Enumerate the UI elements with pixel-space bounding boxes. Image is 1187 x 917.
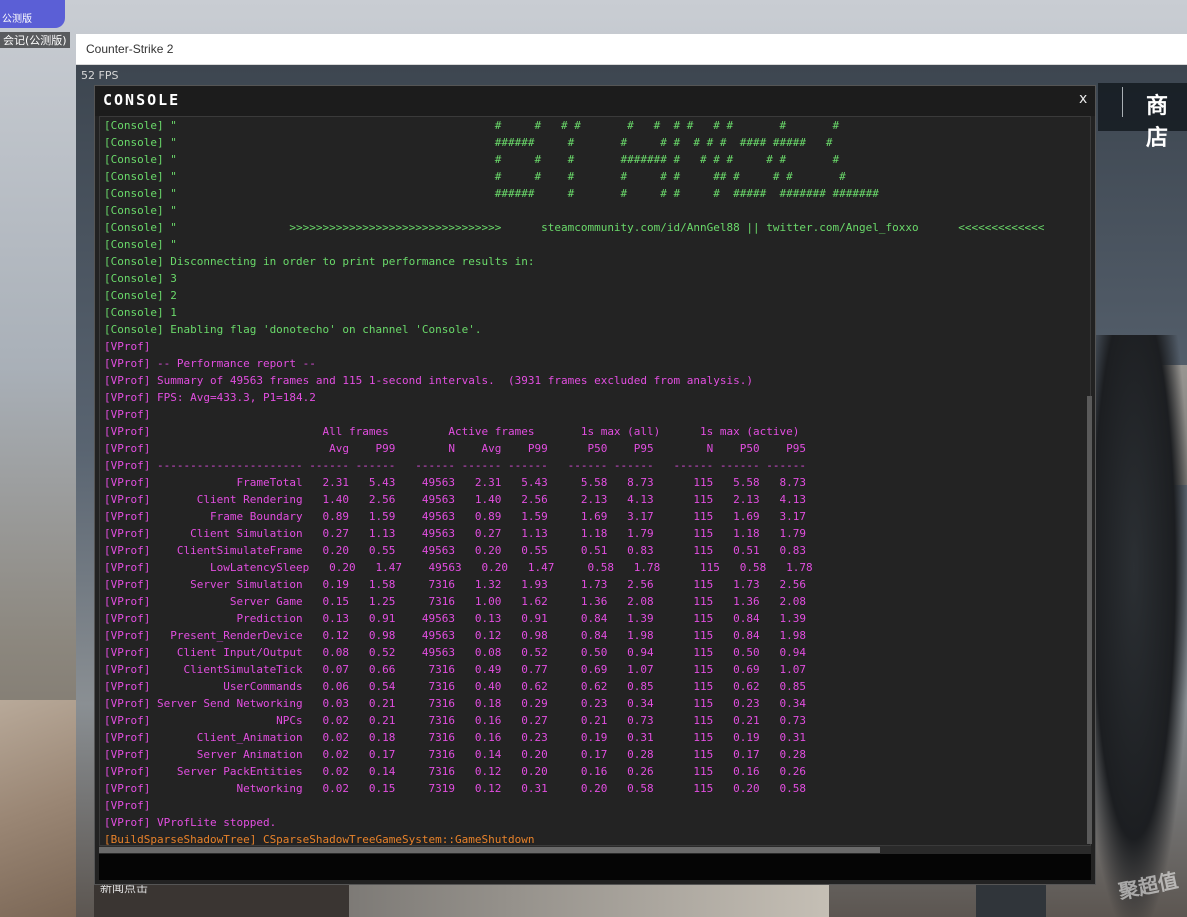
topbar-divider: [1122, 87, 1123, 117]
console-log-line: [Console] " # # # # # # ## # # # #: [104, 170, 846, 183]
console-log-line: [Console] ": [104, 204, 177, 217]
console-log-line: [VProf] Server Game 0.15 1.25 7316 1.00 …: [104, 595, 806, 608]
console-log-line: [VProf] Client Rendering 1.40 2.56 49563…: [104, 493, 806, 506]
console-log-line: [VProf] All frames Active frames 1s max …: [104, 425, 800, 438]
side-card[interactable]: [976, 885, 1046, 917]
console-log-line: [Console] " >>>>>>>>>>>>>>>>>>>>>>>>>>>>…: [104, 221, 1045, 234]
console-log-line: [VProf] NPCs 0.02 0.21 7316 0.16 0.27 0.…: [104, 714, 806, 727]
console-log-line: [VProf] UserCommands 0.06 0.54 7316 0.40…: [104, 680, 806, 693]
console-log-line: [VProf] Server Simulation 0.19 1.58 7316…: [104, 578, 806, 591]
console-log-line: [Console] 3: [104, 272, 177, 285]
console-log-line: [Console] ": [104, 238, 177, 251]
console-panel: CONSOLE x [Console] " # # # # # # # # # …: [94, 85, 1096, 885]
console-log-line: [BuildSparseShadowTree] CSparseShadowTre…: [104, 833, 535, 846]
console-log-line: [VProf] Server Animation 0.02 0.17 7316 …: [104, 748, 806, 761]
desktop-app-icon[interactable]: 公测版: [0, 0, 65, 28]
console-log-line: [VProf] FPS: Avg=433.3, P1=184.2: [104, 391, 316, 404]
game-viewport: 52 FPS 商店 新闻点击 聚超值 CONSOLE x [Console] "…: [76, 65, 1187, 917]
console-command-input[interactable]: [99, 854, 1091, 880]
console-log-line: [VProf] Client Input/Output 0.08 0.52 49…: [104, 646, 806, 659]
console-log-line: [VProf] VProfLite stopped.: [104, 816, 277, 829]
desktop-app-icon-sublabel: 公测版: [2, 14, 32, 25]
desktop-wallpaper-dunes: [0, 700, 80, 917]
window-titlebar[interactable]: Counter-Strike 2: [76, 34, 1187, 65]
console-log-line: [VProf] ---------------------- ------ --…: [104, 459, 806, 472]
console-log-line: [VProf] Prediction 0.13 0.91 49563 0.13 …: [104, 612, 806, 625]
console-log-line: [Console] " ###### # # # # # ##### #####…: [104, 187, 879, 200]
console-log-line: [Console] Enabling flag 'donotecho' on c…: [104, 323, 482, 336]
console-log-line: [VProf] FrameTotal 2.31 5.43 49563 2.31 …: [104, 476, 806, 489]
console-log-line: [VProf] Server PackEntities 0.02 0.14 73…: [104, 765, 806, 778]
console-log-line: [VProf] Client Simulation 0.27 1.13 4956…: [104, 527, 806, 540]
console-close-button[interactable]: x: [1079, 91, 1087, 107]
console-log-line: [VProf] Avg P99 N Avg P99 P50 P95 N P50 …: [104, 442, 806, 455]
store-tab[interactable]: 商店: [1146, 88, 1187, 152]
console-log-line: [Console] Disconnecting in order to prin…: [104, 255, 535, 268]
console-log-line: [VProf]: [104, 799, 151, 812]
console-horizontal-scrollbar[interactable]: [99, 846, 1091, 854]
console-horizontal-scroll-thumb[interactable]: [99, 847, 880, 853]
console-log-line: [Console] 2: [104, 289, 177, 302]
game-window: Counter-Strike 2 52 FPS 商店 新闻点击 聚超值 CONS…: [76, 34, 1187, 917]
console-log-line: [VProf] Present_RenderDevice 0.12 0.98 4…: [104, 629, 806, 642]
console-log-line: [Console] 1: [104, 306, 177, 319]
console-log-line: [VProf] Server Send Networking 0.03 0.21…: [104, 697, 806, 710]
console-log-line: [VProf] LowLatencySleep 0.20 1.47 49563 …: [104, 561, 813, 574]
console-vertical-scrollbar[interactable]: [1087, 396, 1092, 844]
console-log-line: [VProf] Networking 0.02 0.15 7319 0.12 0…: [104, 782, 806, 795]
console-title: CONSOLE: [103, 91, 181, 109]
main-menu-topbar: 商店: [1098, 83, 1187, 151]
console-log-line: [Console] " # # # # # # # # # # # #: [104, 119, 840, 132]
fps-counter: 52 FPS: [81, 69, 119, 82]
console-log-line: [VProf] -- Performance report --: [104, 357, 316, 370]
window-title: Counter-Strike 2: [86, 42, 174, 56]
console-log-line: [Console] " ###### # # # # # # # #### ##…: [104, 136, 833, 149]
console-log-line: [Console] " # # # ####### # # # # # # #: [104, 153, 840, 166]
console-log-line: [VProf]: [104, 408, 151, 421]
console-log-line: [VProf] Client_Animation 0.02 0.18 7316 …: [104, 731, 806, 744]
console-header[interactable]: CONSOLE x: [95, 86, 1095, 116]
character-artwork: [1081, 335, 1187, 917]
console-log-line: [VProf] ClientSimulateFrame 0.20 0.55 49…: [104, 544, 806, 557]
console-log-line: [VProf] ClientSimulateTick 0.07 0.66 731…: [104, 663, 806, 676]
desktop-app-label[interactable]: 会记(公测版): [0, 32, 70, 48]
console-output[interactable]: [Console] " # # # # # # # # # # # # [Cons…: [99, 116, 1091, 846]
console-log-line: [VProf] Frame Boundary 0.89 1.59 49563 0…: [104, 510, 806, 523]
console-log-line: [VProf] Summary of 49563 frames and 115 …: [104, 374, 754, 387]
console-log-line: [VProf]: [104, 340, 151, 353]
